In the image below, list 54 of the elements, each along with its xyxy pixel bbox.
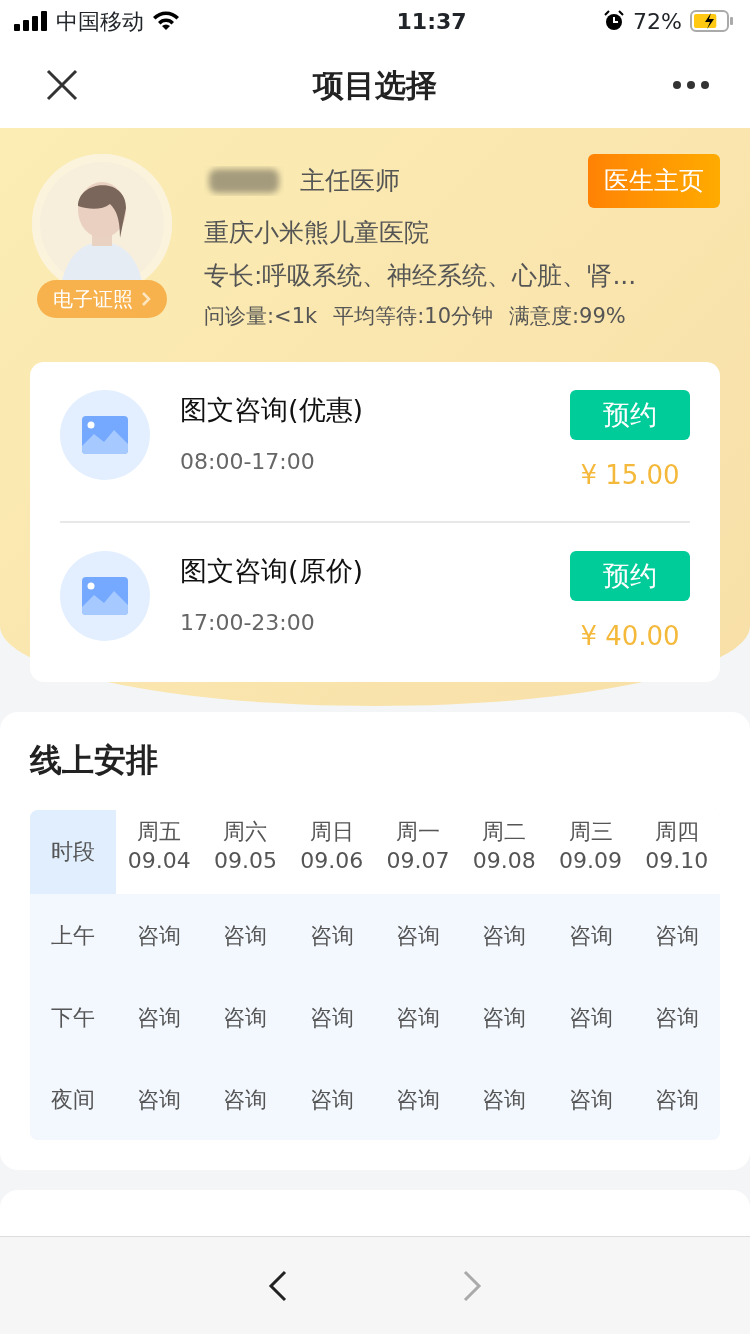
schedule-link[interactable]: 咨询	[374, 894, 462, 976]
schedule-link[interactable]: 咨询	[547, 1058, 634, 1140]
schedule-link[interactable]: 咨询	[374, 1058, 462, 1140]
schedule-link[interactable]: 咨询	[633, 894, 720, 976]
image-icon	[82, 577, 128, 615]
table-header-cell: 周二 09.08	[461, 810, 548, 894]
schedule-link[interactable]: 咨询	[547, 894, 634, 976]
service-price: ¥ 15.00	[580, 459, 680, 492]
schedule-link[interactable]: 咨询	[202, 894, 289, 976]
service-name: 图文咨询(原价)	[180, 554, 365, 588]
service-price: ¥ 40.00	[580, 620, 680, 653]
hospital-name: 重庆小米熊儿童医院	[204, 216, 430, 249]
schedule-link[interactable]: 咨询	[288, 976, 375, 1058]
schedule-link[interactable]: 咨询	[547, 976, 634, 1058]
table-header-cell: 周日 09.06	[288, 810, 375, 894]
close-icon	[46, 69, 78, 101]
wifi-icon	[152, 11, 180, 31]
service-hours: 17:00-23:00	[180, 608, 316, 637]
stat-text: 满意度:99%	[509, 302, 626, 330]
clock-time: 11:37	[396, 7, 467, 36]
image-icon	[82, 416, 128, 454]
table-header-cell: 周一 09.07	[374, 810, 462, 894]
service-name: 图文咨询(优惠)	[180, 393, 365, 427]
schedule-link[interactable]: 咨询	[202, 1058, 289, 1140]
schedule-link[interactable]: 咨询	[461, 894, 548, 976]
schedule-link[interactable]: 咨询	[116, 1058, 203, 1140]
specialty-text: 专长:呼吸系统、神经系统、心脏、肾...	[204, 260, 638, 292]
stat-text: 问诊量:<1k	[204, 302, 318, 330]
schedule-link[interactable]: 咨询	[633, 1058, 720, 1140]
table-header-cell: 周五 09.04	[116, 810, 203, 894]
schedule-link[interactable]: 咨询	[633, 976, 720, 1058]
schedule-link[interactable]: 咨询	[116, 894, 203, 976]
service-hours: 08:00-17:00	[180, 447, 316, 476]
table-header-cell: 时段	[30, 810, 116, 894]
battery-percent: 72%	[633, 7, 682, 36]
more-icon	[672, 80, 710, 90]
table-header-cell: 周六 09.05	[202, 810, 289, 894]
schedule-link[interactable]: 咨询	[288, 1058, 375, 1140]
stat-text: 平均等待:10分钟	[333, 302, 493, 330]
schedule-link[interactable]: 咨询	[374, 976, 462, 1058]
signal-icon	[14, 11, 48, 31]
carrier-name: 中国移动	[56, 7, 144, 36]
table-header-cell: 周三 09.09	[547, 810, 634, 894]
schedule-link[interactable]: 咨询	[116, 976, 203, 1058]
schedule-link[interactable]: 咨询	[461, 976, 548, 1058]
page-title: 项目选择	[313, 65, 437, 105]
doctor-title: 主任医师	[300, 165, 400, 197]
schedule-link[interactable]: 咨询	[288, 894, 375, 976]
table-header-cell: 周四 09.10	[633, 810, 720, 894]
section-title: 线上安排	[30, 740, 159, 781]
schedule-link[interactable]: 咨询	[202, 976, 289, 1058]
chevron-right-icon	[141, 291, 151, 307]
schedule-link[interactable]: 咨询	[461, 1058, 548, 1140]
alarm-icon	[603, 10, 626, 32]
